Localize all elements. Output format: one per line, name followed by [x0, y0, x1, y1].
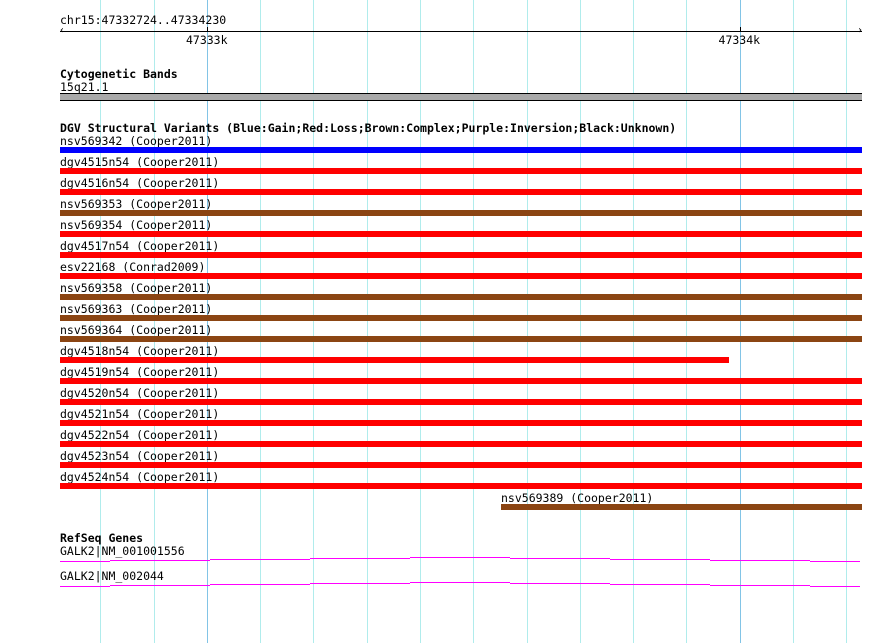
variant-bar-complex[interactable] [60, 210, 862, 216]
ruler-tick-label: 47333k [185, 33, 228, 47]
variant-bar-loss[interactable] [60, 420, 862, 426]
variant-bar-loss[interactable] [60, 441, 862, 447]
ruler-left-arrow-icon[interactable]: ‹ [59, 25, 65, 37]
variant-label: nsv569354 (Cooper2011) [60, 218, 213, 232]
variant-label: dgv4520n54 (Cooper2011) [60, 386, 220, 400]
variant-bar-loss[interactable] [60, 462, 862, 468]
variant-label: nsv569342 (Cooper2011) [60, 134, 213, 148]
variant-label: dgv4523n54 (Cooper2011) [60, 449, 220, 463]
dgv-track-title: DGV Structural Variants (Blue:Gain;Red:L… [60, 121, 677, 135]
variant-bar-loss[interactable] [60, 231, 862, 237]
location-label: chr15:47332724..47334230 [60, 13, 227, 27]
variant-label: dgv4524n54 (Cooper2011) [60, 470, 220, 484]
variant-bar-loss[interactable] [60, 357, 729, 363]
variant-bar-gain[interactable] [60, 147, 862, 153]
variant-label: nsv569358 (Cooper2011) [60, 281, 213, 295]
variant-bar-loss[interactable] [60, 378, 862, 384]
variant-label: nsv569363 (Cooper2011) [60, 302, 213, 316]
variant-bar-loss[interactable] [60, 168, 862, 174]
variant-label: esv22168 (Conrad2009) [60, 260, 206, 274]
variant-bar-loss[interactable] [60, 483, 862, 489]
variant-label: dgv4518n54 (Cooper2011) [60, 344, 220, 358]
gene-model[interactable] [0, 551, 890, 571]
cytoband-bar[interactable] [60, 93, 862, 101]
variant-label: dgv4517n54 (Cooper2011) [60, 239, 220, 253]
variant-label: dgv4522n54 (Cooper2011) [60, 428, 220, 442]
ruler-tick [207, 27, 208, 32]
cytoband-label: 15q21.1 [60, 80, 109, 94]
variant-bar-complex[interactable] [501, 504, 862, 510]
variant-bar-loss[interactable] [60, 399, 862, 405]
variant-bar-loss[interactable] [60, 189, 862, 195]
variant-label: nsv569364 (Cooper2011) [60, 323, 213, 337]
variant-label: nsv569389 (Cooper2011) [501, 491, 654, 505]
ruler-tick [740, 27, 741, 32]
variant-bar-loss[interactable] [60, 273, 862, 279]
variant-label: dgv4519n54 (Cooper2011) [60, 365, 220, 379]
gene-model[interactable] [0, 576, 890, 596]
refseq-track-title: RefSeq Genes [60, 531, 144, 545]
variant-bar-complex[interactable] [60, 336, 862, 342]
variant-bar-complex[interactable] [60, 294, 862, 300]
variant-label: dgv4516n54 (Cooper2011) [60, 176, 220, 190]
variant-bar-complex[interactable] [60, 315, 862, 321]
ruler-tick-label: 47334k [718, 33, 761, 47]
cytoband-track-title: Cytogenetic Bands [60, 67, 178, 81]
variant-label: nsv569353 (Cooper2011) [60, 197, 213, 211]
ruler-right-arrow-icon[interactable]: › [857, 25, 863, 37]
variant-label: dgv4515n54 (Cooper2011) [60, 155, 220, 169]
variant-label: dgv4521n54 (Cooper2011) [60, 407, 220, 421]
ruler-line [60, 31, 862, 32]
variant-bar-loss[interactable] [60, 252, 862, 258]
